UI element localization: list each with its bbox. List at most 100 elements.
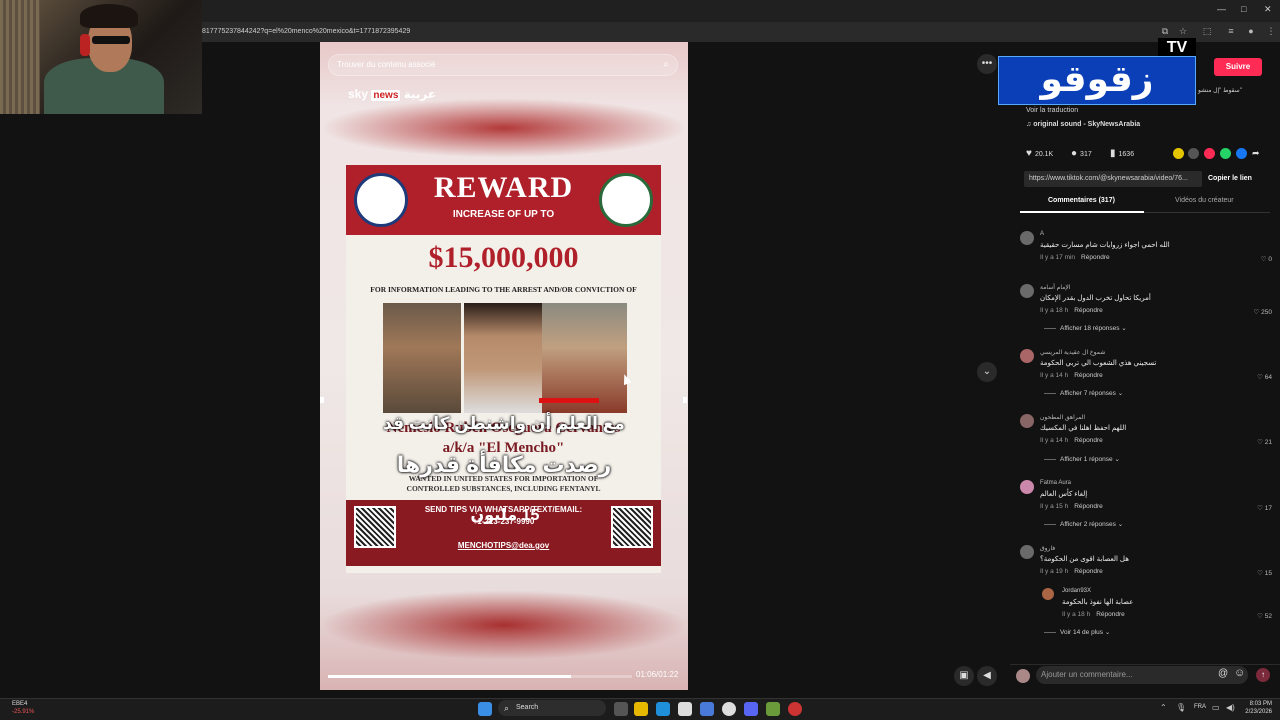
comment-placeholder: Ajouter un commentaire... (1041, 670, 1133, 679)
reply-button[interactable]: Répondre (1096, 611, 1125, 618)
comment-user[interactable]: المراهق المطحون (1040, 414, 1085, 421)
comment-user[interactable]: A (1040, 231, 1044, 237)
comment-time: Il y a 19 h (1040, 568, 1069, 575)
video-progress-bar[interactable] (328, 675, 632, 678)
share-friends-icon[interactable] (1173, 148, 1184, 159)
send-icon[interactable] (1204, 148, 1215, 159)
see-translation-link[interactable]: Voir la traduction (1026, 107, 1078, 114)
comment-likes[interactable]: ♡ 15 (1257, 569, 1272, 577)
avatar (1016, 669, 1030, 683)
embed-icon[interactable] (1188, 148, 1199, 159)
avatar[interactable] (1020, 480, 1034, 494)
sound-name: original sound - SkyNewsArabia (1033, 121, 1141, 128)
volume-icon[interactable]: ◀ (977, 666, 997, 686)
comment-user[interactable]: الإمام أسامة (1040, 284, 1070, 291)
avatar[interactable] (1020, 231, 1034, 245)
task-view-icon[interactable] (614, 702, 628, 716)
comment-likes[interactable]: ♡ 250 (1254, 308, 1273, 316)
comment-user[interactable]: Jordan93X (1062, 588, 1091, 594)
comment-likes[interactable]: ♡ 52 (1257, 612, 1272, 620)
search-icon[interactable]: ⌕ (663, 55, 669, 75)
microphone-icon[interactable]: 🎙 (1176, 703, 1186, 712)
store-icon[interactable] (678, 702, 692, 716)
avatar[interactable] (1020, 414, 1034, 428)
comment-likes[interactable]: ♡ 17 (1257, 504, 1272, 512)
bookmark-star-icon[interactable]: ☆ (1178, 26, 1188, 36)
more-options-icon[interactable]: ••• (977, 54, 997, 74)
facebook-icon[interactable] (1236, 148, 1247, 159)
app-icon[interactable] (788, 702, 802, 716)
next-video-chevron-down-icon[interactable]: ⌄ (977, 362, 997, 382)
install-icon[interactable]: ⧉ (1160, 26, 1170, 36)
share-arrow-icon[interactable]: ➦ (1252, 148, 1263, 159)
tab-creator-videos[interactable]: Vidéos du créateur (1175, 197, 1234, 204)
app-icon[interactable] (766, 702, 780, 716)
taskbar-search[interactable]: ⌕ Search (498, 700, 606, 716)
chrome-icon[interactable] (722, 702, 736, 716)
comment-user[interactable]: شموخ ال عقيدية المريسي (1040, 349, 1105, 356)
suspect-photo (542, 303, 627, 413)
tab-comments[interactable]: Commentaires (317) (1048, 197, 1115, 204)
minimize-icon[interactable]: — (1217, 4, 1226, 14)
stock-change: -25.91% (12, 709, 35, 715)
video-link-field[interactable]: https://www.tiktok.com/@skynewsarabia/vi… (1024, 171, 1202, 187)
comment-likes[interactable]: ♡ 64 (1257, 373, 1272, 381)
show-replies-button[interactable]: Afficher 7 réponses ⌄ (1044, 389, 1123, 397)
see-more-button[interactable]: Voir 14 de plus ⌄ (1044, 628, 1110, 636)
avatar[interactable] (1020, 284, 1034, 298)
reply-button[interactable]: Répondre (1081, 254, 1110, 261)
show-replies-button[interactable]: Afficher 1 réponse ⌄ (1044, 455, 1120, 463)
discord-icon[interactable] (744, 702, 758, 716)
emoji-icon[interactable]: ☺ (1234, 667, 1245, 679)
comment-tabs: Commentaires (317) Vidéos du créateur (1020, 193, 1270, 213)
comment-stat[interactable]: ● 317 (1071, 148, 1092, 159)
video-search-input[interactable]: Trouver du contenu associé ⌕ (328, 54, 678, 76)
whatsapp-icon[interactable] (1220, 148, 1231, 159)
stock-name: EBE4 (12, 701, 28, 707)
language-indicator[interactable]: FRA (1194, 704, 1206, 710)
tray-chevron-icon[interactable]: ⌃ (1160, 703, 1167, 712)
taskbar-clock[interactable]: 8:03 PM 2/23/2026 (1240, 700, 1272, 716)
search-icon: ⌕ (504, 703, 510, 713)
show-replies-button[interactable]: Afficher 2 réponses ⌄ (1044, 520, 1123, 528)
close-icon[interactable]: ✕ (1264, 4, 1272, 15)
sound-row[interactable]: ♫ original sound - SkyNewsArabia (1026, 121, 1140, 128)
reply-button[interactable]: Répondre (1074, 437, 1103, 444)
avatar[interactable] (1042, 588, 1054, 600)
avatar[interactable] (1020, 545, 1034, 559)
profile-icon[interactable]: ● (1246, 26, 1256, 36)
comment-time: Il y a 14 h (1040, 372, 1069, 379)
start-icon[interactable] (478, 702, 492, 716)
captions-icon[interactable]: ▣ (954, 666, 974, 686)
edge-icon[interactable] (656, 702, 670, 716)
reply-button[interactable]: Répondre (1074, 372, 1103, 379)
file-explorer-icon[interactable] (634, 702, 648, 716)
network-icon[interactable]: ▭ (1212, 703, 1220, 712)
avatar[interactable] (1020, 349, 1034, 363)
follow-button[interactable]: Suivre (1214, 58, 1262, 76)
subtitle-line-1: مع العلم أن واشنطن كانت قد (383, 414, 625, 433)
comment-likes[interactable]: ♡ 21 (1257, 438, 1272, 446)
reply-button[interactable]: Répondre (1074, 568, 1103, 575)
like-stat[interactable]: ♥ 20.1K (1026, 148, 1053, 159)
save-stat[interactable]: ▮ 1636 (1110, 148, 1134, 159)
comment-input[interactable]: Ajouter un commentaire... (1036, 666, 1248, 684)
menu-icon[interactable]: ⋮ (1266, 26, 1276, 36)
post-arrow-icon[interactable]: ↑ (1256, 668, 1270, 682)
mail-icon[interactable] (700, 702, 714, 716)
media-icon[interactable]: ≡ (1226, 26, 1236, 36)
mention-icon[interactable]: @ (1218, 668, 1228, 679)
show-replies-button[interactable]: Afficher 18 réponses ⌄ (1044, 324, 1127, 332)
stock-widget[interactable]: EBE4 -25.91% (12, 700, 34, 716)
comment-user[interactable]: فاروق (1040, 545, 1055, 552)
comment-likes[interactable]: ♡ 0 (1261, 255, 1272, 263)
volume-icon[interactable]: ◀) (1226, 703, 1235, 712)
reply-button[interactable]: Répondre (1074, 503, 1103, 510)
maximize-icon[interactable]: □ (1241, 4, 1246, 14)
address-bar[interactable]: 817775237844242?q=el%20menco%20mexico&t=… (202, 22, 1280, 42)
extensions-icon[interactable]: ⬚ (1202, 26, 1212, 36)
copy-link-button[interactable]: Copier le lien (1208, 171, 1252, 187)
comment-user[interactable]: Fatma Aura (1040, 480, 1071, 486)
reply-button[interactable]: Répondre (1074, 307, 1103, 314)
state-department-seal-icon (354, 173, 408, 227)
